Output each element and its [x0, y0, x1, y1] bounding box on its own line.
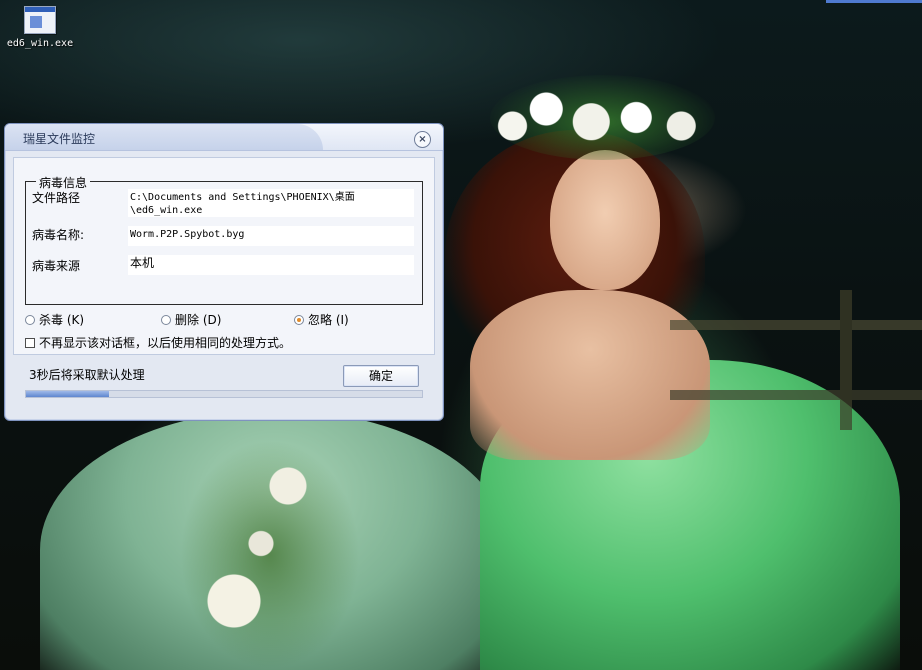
file-path-line2: \ed6_win.exe	[130, 205, 203, 216]
radio-delete[interactable]	[161, 314, 171, 325]
background-veil	[40, 410, 510, 670]
background-fence	[670, 290, 922, 430]
desktop-icon-exe[interactable]: ed6_win.exe	[4, 6, 76, 49]
dont-show-again-checkbox[interactable]	[25, 337, 35, 348]
radio-ignore[interactable]	[294, 314, 304, 325]
background-face	[550, 150, 660, 290]
virus-source-value: 本机	[128, 255, 414, 275]
countdown-text: 3秒后将采取默认处理	[29, 368, 145, 382]
countdown-progress	[25, 390, 423, 398]
background-flowers	[180, 440, 360, 670]
background-flower-crown	[490, 75, 715, 160]
dont-show-again-label: 不再显示该对话框，以后使用相同的处理方式。	[39, 336, 292, 350]
dont-show-again-row[interactable]: 不再显示该对话框，以后使用相同的处理方式。	[25, 334, 291, 351]
dialog-titlebar[interactable]: 瑞星文件监控 ×	[5, 124, 443, 151]
countdown-progress-fill	[26, 391, 110, 397]
option-ignore[interactable]: 忽略 (I)	[294, 311, 349, 328]
virus-name-value: Worm.P2P.Spybot.byg	[128, 226, 414, 246]
dialog-title: 瑞星文件监控	[23, 132, 96, 146]
background-shoulders	[470, 290, 710, 460]
option-delete[interactable]: 删除 (D)	[161, 311, 221, 328]
desktop: ed6_win.exe 瑞星文件监控 × 病毒信息 文件路径 C:\Docume…	[0, 0, 922, 670]
desktop-icon-label: ed6_win.exe	[6, 38, 74, 49]
option-ignore-label: 忽略 (I)	[308, 313, 349, 327]
file-path-label: 文件路径	[32, 191, 81, 205]
file-path-value: C:\Documents and Settings\PHOENIX\桌面 \ed…	[128, 189, 414, 217]
taskbar-edge	[826, 0, 922, 3]
dialog-content-panel: 病毒信息 文件路径 C:\Documents and Settings\PHOE…	[13, 157, 435, 355]
file-monitor-dialog: 瑞星文件监控 × 病毒信息 文件路径 C:\Documents and Sett…	[4, 123, 444, 421]
background-dress	[480, 360, 900, 670]
option-kill-label: 杀毒 (K)	[39, 313, 85, 327]
option-delete-label: 删除 (D)	[175, 313, 222, 327]
ok-button[interactable]: 确定	[343, 365, 419, 387]
virus-info-group: 病毒信息 文件路径 C:\Documents and Settings\PHOE…	[25, 174, 423, 305]
option-kill[interactable]: 杀毒 (K)	[25, 311, 84, 328]
background-hair	[445, 130, 705, 380]
close-icon[interactable]: ×	[414, 131, 431, 148]
file-path-line1: C:\Documents and Settings\PHOENIX\桌面	[130, 192, 355, 203]
virus-source-label: 病毒来源	[32, 259, 81, 273]
virus-name-label: 病毒名称:	[32, 228, 85, 242]
radio-kill[interactable]	[25, 314, 35, 325]
exe-file-icon	[24, 6, 56, 34]
